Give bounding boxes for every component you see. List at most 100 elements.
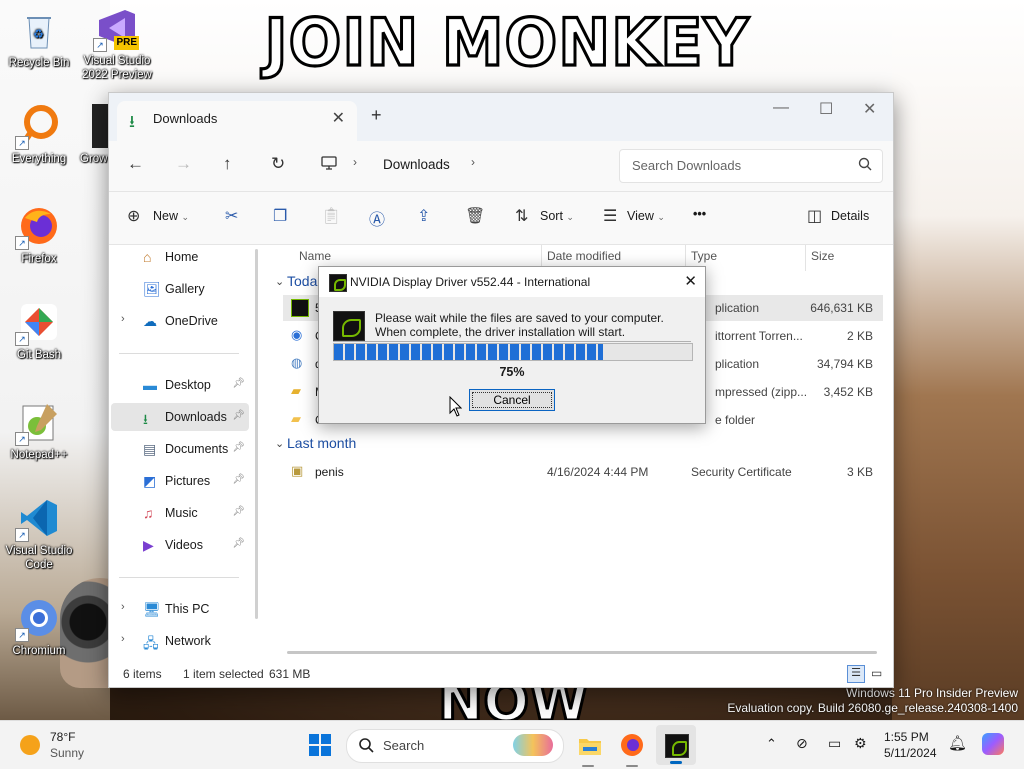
paste-icon[interactable]: 📋︎ bbox=[321, 206, 341, 226]
download-arrow-icon: ⭳ bbox=[143, 411, 148, 427]
language-ime-icon[interactable]: ⚙ bbox=[854, 735, 867, 752]
desktop-icon-chromium[interactable]: ↗ Chromium bbox=[0, 596, 78, 658]
taskbar-search-box[interactable]: Search bbox=[346, 729, 564, 763]
qbittorrent-installer-icon: ◍ bbox=[291, 355, 303, 370]
file-explorer-taskbar-icon[interactable] bbox=[578, 733, 602, 757]
nvidia-logo-icon bbox=[665, 734, 689, 758]
new-tab-button[interactable]: + bbox=[371, 105, 382, 126]
start-windows-icon[interactable] bbox=[308, 733, 332, 757]
sidebar-item-documents[interactable]: ▤ Documents 📌︎ bbox=[111, 435, 249, 463]
minimize-button[interactable]: — bbox=[773, 99, 789, 117]
share-icon[interactable]: ⇪ bbox=[417, 206, 430, 226]
copy-icon[interactable]: ❐ bbox=[273, 206, 287, 226]
sidebar-item-network[interactable]: › 🖧 Network bbox=[111, 627, 249, 655]
sidebar-scrollbar[interactable] bbox=[255, 249, 258, 619]
see-more-button[interactable]: ••• bbox=[693, 207, 706, 221]
sort-button[interactable]: Sort ⌄ bbox=[540, 209, 574, 223]
visual-studio-icon: PRE ↗ bbox=[93, 6, 139, 52]
status-bar: 6 items 1 item selected 631 MB ☰ ▭ bbox=[109, 663, 893, 687]
view-button[interactable]: View ⌄ bbox=[627, 209, 665, 223]
nvidia-taskbar-button[interactable] bbox=[656, 725, 696, 765]
wallpaper-right-area bbox=[892, 0, 1024, 720]
column-header-date[interactable]: Date modified bbox=[547, 249, 621, 263]
sidebar-item-home[interactable]: ⌂ Home bbox=[111, 243, 249, 271]
sun-weather-icon[interactable] bbox=[20, 735, 40, 755]
sidebar-item-desktop[interactable]: ▬ Desktop 📌︎ bbox=[111, 371, 249, 399]
weather-temp[interactable]: 78°F bbox=[50, 730, 75, 744]
table-row[interactable]: ▣ penis 4/16/2024 4:44 PM Security Certi… bbox=[283, 459, 883, 485]
column-header-name[interactable]: Name bbox=[299, 249, 331, 263]
chevron-right-icon[interactable]: › bbox=[121, 601, 125, 613]
horizontal-scrollbar[interactable] bbox=[287, 651, 877, 654]
this-pc-icon[interactable] bbox=[321, 155, 337, 174]
pin-icon[interactable]: 📌︎ bbox=[232, 378, 245, 389]
desktop-icon-label: Git Bash bbox=[16, 349, 62, 361]
delete-icon[interactable]: 🗑︎ bbox=[465, 206, 485, 226]
column-separator[interactable] bbox=[805, 245, 806, 271]
weather-description[interactable]: Sunny bbox=[50, 746, 84, 760]
desktop-icon-git-bash[interactable]: ↗ Git Bash bbox=[0, 300, 78, 362]
network-disconnected-icon[interactable]: ⊘ bbox=[796, 735, 808, 752]
breadcrumb-chevron-icon[interactable]: › bbox=[471, 155, 475, 169]
network-icon: 🖧 bbox=[143, 635, 159, 651]
group-header-today[interactable]: Toda bbox=[287, 273, 317, 289]
pin-icon[interactable]: 📌︎ bbox=[232, 506, 245, 517]
tiles-view-icon[interactable]: ▭ bbox=[871, 666, 882, 680]
progress-fill bbox=[334, 344, 603, 360]
sidebar-item-videos[interactable]: ▶ Videos 📌︎ bbox=[111, 531, 249, 559]
rename-icon[interactable]: Ⓐ bbox=[369, 206, 385, 230]
sidebar-item-downloads[interactable]: ⭳ Downloads 📌︎ bbox=[111, 403, 249, 431]
tab-downloads[interactable]: ⭳ Downloads ✕ bbox=[117, 101, 357, 141]
group-collapse-icon[interactable]: ⌄ bbox=[275, 437, 284, 450]
pin-icon[interactable]: 📌︎ bbox=[232, 538, 245, 549]
breadcrumb[interactable]: › Downloads › bbox=[309, 149, 597, 181]
desktop-icon-recycle-bin[interactable]: ♻ Recycle Bin bbox=[0, 8, 78, 70]
close-tab-icon[interactable]: ✕ bbox=[332, 108, 345, 128]
cut-icon[interactable]: ✂ bbox=[225, 206, 238, 226]
group-collapse-icon[interactable]: ⌄ bbox=[275, 275, 284, 288]
dialog-close-button[interactable]: ✕ bbox=[684, 272, 697, 290]
details-view-icon[interactable]: ☰ bbox=[847, 665, 865, 683]
pin-icon[interactable]: 📌︎ bbox=[232, 442, 245, 453]
notification-bell-icon[interactable]: 🔔︎ bbox=[948, 734, 967, 752]
cancel-button[interactable]: Cancel bbox=[469, 389, 555, 411]
maximize-button[interactable]: ☐ bbox=[819, 99, 833, 119]
search-placeholder: Search Downloads bbox=[632, 158, 742, 173]
group-header-last-month[interactable]: Last month bbox=[287, 435, 356, 451]
copilot-icon[interactable] bbox=[982, 733, 1004, 755]
desktop-icon-visual-studio[interactable]: PRE ↗ Visual Studio 2022 Preview bbox=[78, 6, 156, 82]
sidebar-item-pictures[interactable]: ◩ Pictures 📌︎ bbox=[111, 467, 249, 495]
search-highlight-icon bbox=[513, 734, 553, 756]
clock-time[interactable]: 1:55 PM bbox=[884, 730, 929, 744]
clock-date[interactable]: 5/11/2024 bbox=[884, 746, 937, 760]
sidebar-item-gallery[interactable]: 🖼︎ Gallery bbox=[111, 275, 249, 303]
desktop-icon-firefox[interactable]: ↗ Firefox bbox=[0, 204, 78, 266]
sidebar-item-onedrive[interactable]: › ☁ OneDrive bbox=[111, 307, 249, 335]
sidebar-item-this-pc[interactable]: › 🖥︎ This PC bbox=[111, 595, 249, 623]
forward-button[interactable]: → bbox=[175, 154, 192, 174]
chevron-right-icon[interactable]: › bbox=[121, 313, 125, 325]
git-bash-icon: ↗ bbox=[15, 300, 61, 346]
close-window-button[interactable]: ✕ bbox=[863, 99, 876, 119]
command-bar: ⊕ New ⌄ ✂ ❐ 📋︎ Ⓐ ⇪ 🗑︎ ⇅ Sort ⌄ ☰ View ⌄ … bbox=[109, 192, 893, 245]
breadcrumb-downloads[interactable]: Downloads bbox=[383, 157, 450, 172]
pin-icon[interactable]: 📌︎ bbox=[232, 410, 245, 421]
column-header-type[interactable]: Type bbox=[691, 249, 717, 263]
desktop-icon-notepad-plus-plus[interactable]: ↗ Notepad++ bbox=[0, 400, 78, 462]
desktop-icon-vscode[interactable]: ↗ Visual Studio Code bbox=[0, 496, 78, 572]
new-button[interactable]: New ⌄ bbox=[153, 209, 189, 223]
search-input[interactable]: Search Downloads bbox=[619, 149, 883, 183]
desktop-icon-grow[interactable]: Grow bbox=[62, 104, 108, 166]
column-header-size[interactable]: Size bbox=[811, 249, 834, 263]
back-button[interactable]: ← bbox=[127, 154, 144, 174]
chevron-right-icon[interactable]: › bbox=[121, 633, 125, 645]
sidebar-item-music[interactable]: ♫ Music 📌︎ bbox=[111, 499, 249, 527]
pictures-icon: ◩ bbox=[143, 473, 157, 489]
up-button[interactable]: ↑ bbox=[223, 154, 232, 174]
refresh-button[interactable]: ↻ bbox=[271, 154, 285, 174]
pin-icon[interactable]: 📌︎ bbox=[232, 474, 245, 485]
display-icon[interactable]: ▭ bbox=[828, 735, 841, 752]
show-hidden-icons-chevron-icon[interactable]: ⌃ bbox=[766, 736, 777, 752]
details-button[interactable]: Details bbox=[831, 209, 869, 223]
firefox-taskbar-icon[interactable] bbox=[620, 733, 644, 757]
